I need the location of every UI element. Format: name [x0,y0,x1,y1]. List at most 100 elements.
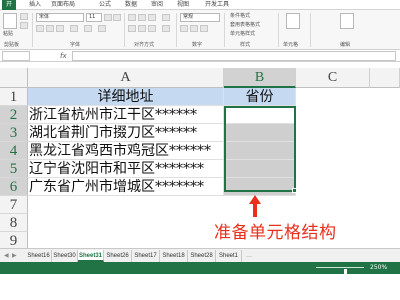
cell-a5[interactable]: 辽宁省沈阳市和平区******* [28,160,224,178]
fx-icon[interactable]: fx [60,51,67,61]
cell-b1[interactable]: 省份 [224,88,296,106]
formula-bar: fx [0,50,400,62]
sheet-tab-active[interactable]: Sheet31 [78,250,104,262]
column-header-b[interactable]: B [224,68,296,88]
merge-cells-icon[interactable] [162,25,170,32]
tab-home[interactable]: 开始 [2,0,16,18]
sheet-tab[interactable]: Sheet1 [216,250,242,262]
fill-color-icon[interactable] [84,25,92,32]
conditional-format-button[interactable]: 条件格式 [230,13,250,19]
align-left-icon[interactable] [128,25,136,32]
bold-icon[interactable] [36,25,44,32]
align-middle-icon[interactable] [138,14,146,21]
cell-a1[interactable]: 详细地址 [28,88,224,106]
cell-b5[interactable] [224,160,296,178]
tab-scroll-left-icon[interactable]: ◀ [4,251,9,261]
ribbon-separator [124,13,125,47]
name-box[interactable] [2,51,30,61]
font-name-select[interactable]: 宋体 [36,13,84,22]
row-header-2[interactable]: 2 [0,106,28,124]
align-top-icon[interactable] [128,14,136,21]
grow-font-icon[interactable] [104,14,112,21]
sheet-tab[interactable]: Sheet18 [160,250,188,262]
cells-group-label: 单元格 [283,42,299,48]
sheet-tab[interactable]: Sheet26 [104,250,132,262]
percent-icon[interactable] [190,25,198,32]
cell-b4[interactable] [224,142,296,160]
tab-review[interactable]: 审阅 [150,0,164,10]
ribbon-separator [310,13,311,47]
cell-a4[interactable]: 黑龙江省鸡西市鸡冠区****** [28,142,224,160]
ribbon: 粘贴 剪贴板 宋体 11 字体 对齐方式 常规 数字 条件格式 套用表格格式 单… [0,10,400,50]
tab-developer[interactable]: 开发工具 [204,0,230,10]
row-header-7[interactable]: 7 [0,196,28,214]
ribbon-tab-bar: 开始 插入 页面布局 公式 数据 审阅 视图 开发工具 [0,0,400,18]
annotation-text: 准备单元格结构 [214,223,337,243]
row-header-5[interactable]: 5 [0,160,28,178]
cells-icon[interactable] [286,13,300,29]
number-group-label: 数字 [192,42,203,48]
ribbon-separator [278,13,279,47]
paste-icon[interactable] [3,13,17,29]
alignment-group-label: 对齐方式 [134,42,155,48]
tab-page-layout[interactable]: 页面布局 [50,0,76,10]
border-icon[interactable] [70,25,78,32]
sheet-tab-bar: ◀ ▶ Sheet16 Sheet30 Sheet31 Sheet26 Shee… [0,248,400,262]
cell-b2[interactable] [224,106,296,124]
wrap-text-icon[interactable] [162,14,170,21]
tab-data[interactable]: 数据 [124,0,138,10]
sheet-tab[interactable]: Sheet28 [188,250,216,262]
row-header-3[interactable]: 3 [0,124,28,142]
cell-a3[interactable]: 湖北省荆门市掇刀区****** [28,124,224,142]
column-header-a[interactable]: A [28,68,224,88]
comma-icon[interactable] [200,25,208,32]
column-header-c[interactable]: C [296,68,370,88]
tab-scroll-right-icon[interactable]: ▶ [12,251,17,261]
row-header-4[interactable]: 4 [0,142,28,160]
currency-icon[interactable] [180,25,188,32]
sheet-tab[interactable]: Sheet17 [132,250,160,262]
paste-label: 粘贴 [3,31,14,37]
sheet-tab[interactable]: Sheet16 [26,250,52,262]
page-bottom [0,274,400,300]
ribbon-separator [224,13,225,47]
row-header-8[interactable]: 8 [0,214,28,232]
row-header-1[interactable]: 1 [0,88,28,106]
align-right-icon[interactable] [148,25,156,32]
cell-styles-button[interactable]: 单元格样式 [230,31,255,37]
tab-view[interactable]: 视图 [176,0,190,10]
styles-group-label: 样式 [240,42,251,48]
editing-icon[interactable] [340,13,354,29]
tab-formulas[interactable]: 公式 [98,0,112,10]
select-all-corner[interactable] [0,68,28,88]
zoom-level[interactable]: 250% [370,263,387,273]
row-header-6[interactable]: 6 [0,178,28,196]
align-bottom-icon[interactable] [148,14,156,21]
cell-a2[interactable]: 浙江省杭州市江干区****** [28,106,224,124]
tab-insert[interactable]: 插入 [28,0,42,10]
font-size-select[interactable]: 11 [86,13,102,22]
status-bar: 250% [0,262,400,276]
cut-icon[interactable] [20,13,28,20]
formula-input[interactable] [72,51,396,61]
shrink-font-icon[interactable] [113,14,121,21]
format-as-table-button[interactable]: 套用表格格式 [230,22,260,28]
font-color-icon[interactable] [98,25,106,32]
worksheet-grid[interactable]: A B C 1 2 3 4 5 6 7 8 9 详细地址 省份 浙江省杭州市江干… [0,62,400,248]
column-header-d[interactable] [370,68,400,88]
number-format-select[interactable]: 常规 [180,13,220,22]
underline-icon[interactable] [56,25,64,32]
ribbon-separator [32,13,33,47]
fill-handle[interactable] [292,188,297,193]
cell-a6[interactable]: 广东省广州市增城区******* [28,178,224,196]
copy-icon[interactable] [20,22,28,29]
zoom-slider[interactable] [316,267,364,276]
align-center-icon[interactable] [138,25,146,32]
cell-b6[interactable] [224,178,296,196]
cell-b3[interactable] [224,124,296,142]
sheet-tab[interactable]: Sheet30 [52,250,78,262]
font-group-label: 字体 [70,42,81,48]
italic-icon[interactable] [46,25,54,32]
row-header-9[interactable]: 9 [0,232,28,248]
more-sheets-icon[interactable]: … [246,251,252,261]
